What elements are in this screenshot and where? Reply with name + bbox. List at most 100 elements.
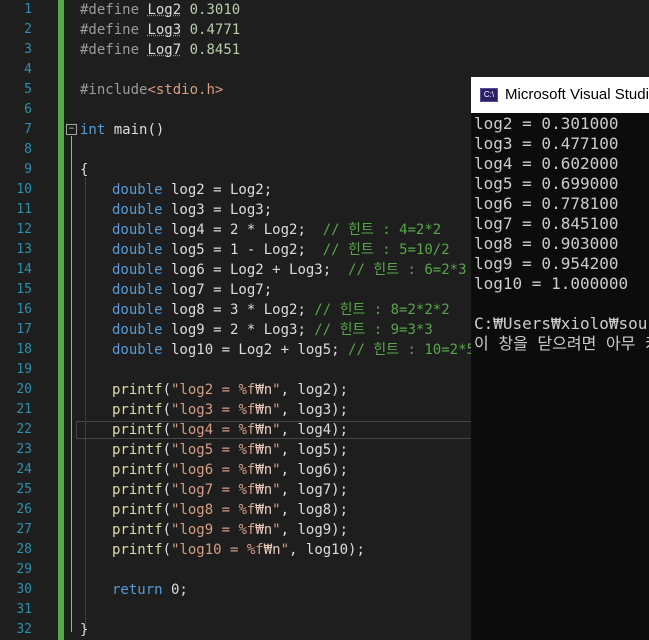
number-literal: 0.3010 xyxy=(189,2,241,18)
code-line[interactable]: #include<stdio.h> xyxy=(80,80,223,100)
code-line[interactable]: double log9 = 2 * Log3; // 힌트 : 9=3*3 xyxy=(112,320,433,340)
line-number: 13 xyxy=(16,242,32,257)
code-line[interactable]: printf("log2 = %f₩n", log2); xyxy=(112,380,348,400)
code-text: ( xyxy=(162,442,172,458)
console-titlebar[interactable]: C:\ Microsoft Visual Studio xyxy=(471,77,649,113)
include-directive: #include xyxy=(80,82,148,98)
line-number: 20 xyxy=(16,382,32,397)
line-number: 32 xyxy=(16,622,32,637)
code-line[interactable]: printf("log9 = %f₩n", log9); xyxy=(112,520,348,540)
line-number: 1 xyxy=(24,2,32,17)
number-literal: 0.4771 xyxy=(189,22,241,38)
line-number: 29 xyxy=(16,562,32,577)
code-text: , log7); xyxy=(280,482,349,498)
code-line[interactable]: double log7 = Log7; xyxy=(112,280,272,300)
code-line[interactable]: { xyxy=(80,160,88,180)
hint-comment: // 힌트 : 6=2*3 xyxy=(348,262,467,278)
code-line[interactable]: printf("log6 = %f₩n", log6); xyxy=(112,460,348,480)
escape-sequence: ₩n xyxy=(255,422,273,438)
line-number: 19 xyxy=(16,362,32,377)
line-number: 3 xyxy=(24,42,32,57)
code-text: , log10); xyxy=(289,542,365,558)
string-quote: " xyxy=(272,462,281,478)
function-name: printf xyxy=(112,422,163,438)
line-number: 14 xyxy=(16,262,32,277)
function-name: printf xyxy=(112,442,163,458)
change-tracking-bar xyxy=(58,0,64,640)
code-line[interactable]: double log2 = Log2; xyxy=(112,180,272,200)
string-literal: "log7 = %f xyxy=(171,482,256,498)
define-directive: #define xyxy=(80,2,140,18)
code-line[interactable]: #define Log3 0.4771 xyxy=(80,20,240,40)
line-number: 27 xyxy=(16,522,32,537)
code-line[interactable]: printf("log10 = %f₩n", log10); xyxy=(112,540,365,560)
code-line[interactable]: printf("log7 = %f₩n", log7); xyxy=(112,480,348,500)
code-text: ( xyxy=(162,522,172,538)
string-quote: " xyxy=(272,482,281,498)
line-number: 2 xyxy=(24,22,32,37)
code-line[interactable]: double log6 = Log2 + Log3; // 힌트 : 6=2*3 xyxy=(112,260,467,280)
console-output-line: log2 = 0.301000 xyxy=(474,114,619,133)
line-number: 18 xyxy=(16,342,32,357)
code-text: log4 = 2 * Log2; xyxy=(162,222,323,238)
macro-name: Log2 xyxy=(147,2,182,18)
escape-sequence: ₩n xyxy=(255,462,273,478)
hint-comment: // 힌트 : 5=10/2 xyxy=(322,242,450,258)
string-quote: " xyxy=(272,442,281,458)
line-number: 28 xyxy=(16,542,32,557)
code-line[interactable]: double log3 = Log3; xyxy=(112,200,272,220)
hint-comment: // 힌트 : 4=2*2 xyxy=(322,222,442,238)
string-literal: "log8 = %f xyxy=(171,502,256,518)
code-text: main() xyxy=(105,122,165,138)
escape-sequence: ₩n xyxy=(255,402,273,418)
code-line[interactable]: double log5 = 1 - Log2; // 힌트 : 5=10/2 xyxy=(112,240,450,260)
code-line[interactable]: #define Log2 0.3010 xyxy=(80,0,240,20)
line-number: 22 xyxy=(16,422,32,437)
code-text: log9 = 2 * Log3; xyxy=(162,322,315,338)
line-number: 24 xyxy=(16,462,32,477)
code-line[interactable]: return 0; xyxy=(112,580,188,600)
define-directive: #define xyxy=(80,42,140,58)
code-text: log7 = Log7; xyxy=(162,282,273,298)
console-output-line: log5 = 0.699000 xyxy=(474,174,619,193)
code-text: , log2); xyxy=(280,382,349,398)
hint-comment: // 힌트 : 9=3*3 xyxy=(314,322,433,338)
line-number: 15 xyxy=(16,282,32,297)
line-number: 17 xyxy=(16,322,32,337)
console-window[interactable]: C:\ Microsoft Visual Studio log2 = 0.301… xyxy=(471,77,649,640)
code-line[interactable]: double log8 = 3 * Log2; // 힌트 : 8=2*2*2 xyxy=(112,300,450,320)
string-literal: "log10 = %f xyxy=(171,542,264,558)
line-number-gutter: 1 2 3 4 5 6 7 8 9 10 11 12 13 14 15 16 17 18 19 20 21 22 23 24 2… xyxy=(0,0,44,640)
code-line[interactable]: int main() xyxy=(80,120,164,140)
code-line[interactable]: printf("log3 = %f₩n", log3); xyxy=(112,400,348,420)
hint-comment: // 힌트 : 8=2*2*2 xyxy=(314,302,450,318)
type-keyword: double xyxy=(112,242,163,258)
collapse-icon[interactable]: − xyxy=(66,124,77,135)
line-number: 26 xyxy=(16,502,32,517)
type-keyword: double xyxy=(112,282,163,298)
escape-sequence: ₩n xyxy=(255,522,273,538)
function-name: printf xyxy=(112,542,163,558)
string-literal: "log4 = %f xyxy=(171,422,256,438)
line-number: 23 xyxy=(16,442,32,457)
line-number: 10 xyxy=(16,182,32,197)
code-line[interactable]: printf("log8 = %f₩n", log8); xyxy=(112,500,348,520)
string-literal: "log2 = %f xyxy=(171,382,256,398)
string-quote: " xyxy=(272,502,281,518)
code-line[interactable]: printf("log5 = %f₩n", log5); xyxy=(112,440,348,460)
code-line[interactable]: double log4 = 2 * Log2; // 힌트 : 4=2*2 xyxy=(112,220,441,240)
string-quote: " xyxy=(272,382,281,398)
function-name: printf xyxy=(112,402,163,418)
type-keyword: double xyxy=(112,302,163,318)
string-quote: " xyxy=(272,402,281,418)
string-quote: " xyxy=(272,422,281,438)
line-number: 21 xyxy=(16,402,32,417)
escape-sequence: ₩n xyxy=(255,502,273,518)
header-name: <stdio.h> xyxy=(147,82,224,98)
code-line[interactable]: printf("log4 = %f₩n", log4); xyxy=(112,420,348,440)
console-app-icon: C:\ xyxy=(480,88,498,102)
code-line[interactable]: } xyxy=(80,620,88,640)
code-line[interactable]: #define Log7 0.8451 xyxy=(80,40,240,60)
code-line[interactable]: double log10 = Log2 + log5; // 힌트 : 10=2… xyxy=(112,340,475,360)
